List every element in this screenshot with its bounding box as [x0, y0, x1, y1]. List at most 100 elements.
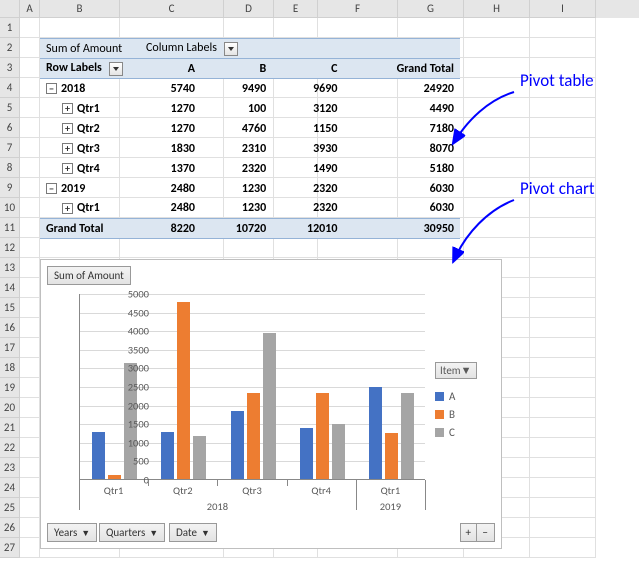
pivot-table[interactable]: Sum of Amount Column Labels Row Labels A…	[40, 38, 460, 239]
col-header[interactable]: B	[40, 0, 120, 18]
bar-C[interactable]	[263, 333, 276, 479]
row-header[interactable]: 16	[0, 318, 20, 338]
row-header[interactable]: 2	[0, 38, 20, 58]
expand-icon[interactable]: +	[62, 103, 73, 114]
legend-item[interactable]: C	[435, 426, 495, 439]
pivot-row-labels-text: Row Labels	[46, 61, 102, 75]
expand-icon[interactable]: +	[62, 203, 73, 214]
bar-B[interactable]	[385, 433, 398, 479]
pivot-row-label: 2019	[61, 182, 85, 196]
row-header[interactable]: 14	[0, 278, 20, 298]
x-group-separator	[79, 480, 80, 510]
col-header[interactable]: I	[530, 0, 596, 18]
bar-C[interactable]	[193, 436, 206, 479]
row-header[interactable]: 9	[0, 178, 20, 198]
bar-B[interactable]	[316, 393, 329, 479]
pivot-value: 1230	[201, 179, 272, 199]
row-header[interactable]: 13	[0, 258, 20, 278]
bar-B[interactable]	[247, 393, 260, 479]
row-header[interactable]: 17	[0, 338, 20, 358]
row-header[interactable]: 24	[0, 478, 20, 498]
pivot-measure-cell[interactable]: Sum of Amount	[40, 39, 140, 59]
bar-B[interactable]	[177, 302, 190, 479]
row-header[interactable]: 18	[0, 358, 20, 378]
row-header[interactable]: 1	[0, 18, 20, 38]
row-header[interactable]: 25	[0, 498, 20, 518]
collapse-button[interactable]: −	[476, 523, 495, 542]
pivot-row[interactable]: +Qtr1127010031204490	[40, 99, 460, 119]
pivot-row[interactable]: +Qtr21270476011507180	[40, 119, 460, 139]
bar-A[interactable]	[231, 411, 244, 479]
pivot-column-labels-cell[interactable]: Column Labels	[140, 39, 460, 59]
pivot-row[interactable]: −201857409490969024920	[40, 79, 460, 99]
row-header[interactable]: 7	[0, 138, 20, 158]
pivot-col-grand: Grand Total	[343, 59, 460, 79]
chart-field-date-button[interactable]: Date▼	[169, 523, 217, 542]
col-header[interactable]: D	[224, 0, 274, 18]
col-header[interactable]: A	[20, 0, 40, 18]
row-header[interactable]: 20	[0, 398, 20, 418]
pivot-chart[interactable]: Sum of Amount Item▼ ABC Years▼ Quarters▼…	[40, 259, 502, 549]
pivot-row[interactable]: −20192480123023206030	[40, 179, 460, 199]
pivot-value: 5180	[343, 159, 460, 179]
row-header[interactable]: 21	[0, 418, 20, 438]
col-header[interactable]: G	[398, 0, 464, 18]
pivot-grand-val: 12010	[272, 219, 343, 239]
y-tick-label: 1500	[117, 418, 149, 431]
row-header[interactable]: 8	[0, 158, 20, 178]
collapse-icon[interactable]: −	[46, 83, 57, 94]
col-header[interactable]: C	[120, 0, 224, 18]
chart-field-years-button[interactable]: Years▼	[47, 523, 97, 542]
bar-A[interactable]	[300, 428, 313, 479]
pivot-row-labels-cell[interactable]: Row Labels	[40, 59, 140, 79]
x-tick	[148, 480, 149, 486]
pivot-column-labels-text: Column Labels	[146, 41, 217, 55]
expand-icon[interactable]: +	[62, 143, 73, 154]
row-header[interactable]: 11	[0, 218, 20, 238]
row-header[interactable]: 4	[0, 78, 20, 98]
legend-label: A	[449, 390, 455, 403]
row-header[interactable]: 12	[0, 238, 20, 258]
legend-item[interactable]: A	[435, 390, 495, 403]
corner-cell[interactable]	[0, 0, 20, 18]
row-header[interactable]: 23	[0, 458, 20, 478]
row-header[interactable]: 19	[0, 378, 20, 398]
chart-field-quarters-button[interactable]: Quarters▼	[99, 523, 165, 542]
col-header[interactable]: E	[274, 0, 318, 18]
legend-field-button[interactable]: Item▼	[435, 362, 477, 379]
pivot-row[interactable]: +Qtr12480123023206030	[40, 199, 460, 219]
row-header[interactable]: 15	[0, 298, 20, 318]
collapse-icon[interactable]: −	[46, 183, 57, 194]
expand-icon[interactable]: +	[62, 163, 73, 174]
legend-label: C	[449, 426, 455, 439]
pivot-col-C: C	[272, 59, 343, 79]
row-header[interactable]: 27	[0, 538, 20, 558]
bar-C[interactable]	[401, 393, 414, 479]
bar-A[interactable]	[161, 432, 174, 479]
y-tick-label: 2500	[117, 381, 149, 394]
pivot-row-label: Qtr4	[77, 162, 100, 176]
column-labels-dropdown-icon[interactable]	[224, 42, 238, 56]
col-header[interactable]: H	[464, 0, 530, 18]
pivot-value: 2310	[201, 139, 272, 159]
pivot-value: 6030	[343, 199, 460, 219]
legend-item[interactable]: B	[435, 408, 495, 421]
row-header[interactable]: 5	[0, 98, 20, 118]
row-header[interactable]: 22	[0, 438, 20, 458]
chart-measure-button[interactable]: Sum of Amount	[47, 266, 131, 285]
row-labels-dropdown-icon[interactable]	[109, 62, 123, 76]
y-tick-label: 4500	[117, 306, 149, 319]
row-header[interactable]: 10	[0, 198, 20, 218]
expand-icon[interactable]: +	[62, 123, 73, 134]
col-header[interactable]: F	[318, 0, 398, 18]
row-header[interactable]: 3	[0, 58, 20, 78]
expand-button[interactable]: +	[460, 523, 477, 542]
bar-A[interactable]	[369, 387, 382, 479]
bar-C[interactable]	[332, 424, 345, 479]
pivot-row[interactable]: +Qtr31830231039308070	[40, 139, 460, 159]
bar-A[interactable]	[92, 432, 105, 479]
row-header[interactable]: 26	[0, 518, 20, 538]
row-header[interactable]: 6	[0, 118, 20, 138]
pivot-row[interactable]: +Qtr41370232014905180	[40, 159, 460, 179]
pivot-grand-label: Grand Total	[40, 219, 140, 239]
